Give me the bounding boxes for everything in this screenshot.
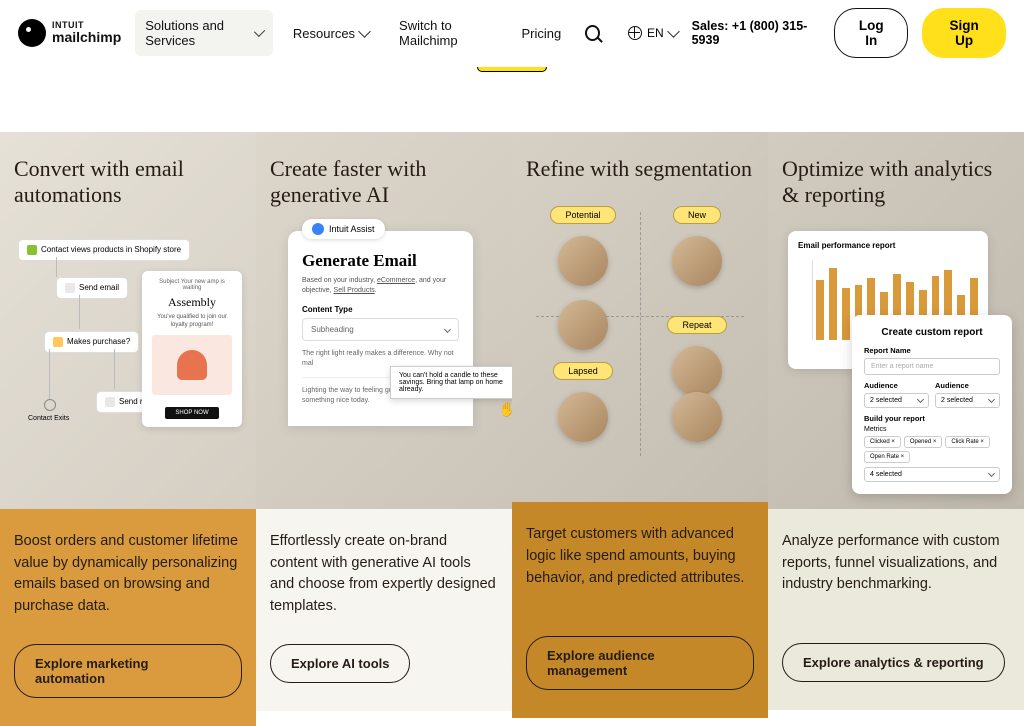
logo[interactable]: INTUIT mailchimp <box>18 19 121 47</box>
nav-resources[interactable]: Resources <box>283 18 379 49</box>
sparkle-icon <box>312 223 324 235</box>
intuit-assist-badge: Intuit Assist <box>302 219 385 239</box>
email-preview-card: Subject Your new amp is waiting Assembly… <box>142 271 242 428</box>
cta-analytics-reporting[interactable]: Explore analytics & reporting <box>782 643 1005 682</box>
hero-button-bottom <box>477 67 547 72</box>
header: INTUIT mailchimp Solutions and Services … <box>0 0 1024 67</box>
logo-text: INTUIT mailchimp <box>52 21 121 45</box>
feature-desc: Target customers with advanced logic lik… <box>526 524 754 610</box>
analytics-illustration: Email performance report Create custom r… <box>782 231 1010 491</box>
feature-col-segmentation: Refine with segmentation Potential New R… <box>512 132 768 726</box>
feature-desc: Effortlessly create on-brand content wit… <box>270 531 498 618</box>
mailchimp-logo-icon <box>18 19 46 47</box>
chevron-down-icon <box>253 26 265 38</box>
signup-button[interactable]: Sign Up <box>922 8 1006 58</box>
ai-illustration: Intuit Assist Generate Email Based on yo… <box>270 231 498 491</box>
avatar <box>672 236 722 286</box>
feature-title: Convert with email automations <box>14 156 242 209</box>
cta-ai-tools[interactable]: Explore AI tools <box>270 644 410 683</box>
avatar <box>672 346 722 396</box>
avatar <box>558 236 608 286</box>
cta-marketing-automation[interactable]: Explore marketing automation <box>14 644 242 698</box>
segmentation-illustration: Potential New Repeat Lapsed <box>526 204 754 464</box>
feature-col-automations: Convert with email automations Contact v… <box>0 132 256 726</box>
globe-icon <box>628 26 642 40</box>
avatar <box>672 392 722 442</box>
automation-illustration: Contact views products in Shopify store … <box>14 231 242 491</box>
main-nav: Solutions and Services Resources Switch … <box>135 10 571 56</box>
feature-title: Refine with segmentation <box>526 156 754 182</box>
feature-col-ai: Create faster with generative AI Intuit … <box>256 132 512 726</box>
search-icon[interactable] <box>585 25 600 41</box>
feature-title: Create faster with generative AI <box>270 156 498 209</box>
chevron-down-icon <box>358 25 371 38</box>
avatar <box>558 300 608 350</box>
lamp-icon <box>177 350 207 380</box>
login-button[interactable]: Log In <box>834 8 908 58</box>
feature-grid: Convert with email automations Contact v… <box>0 132 1024 726</box>
avatar <box>558 392 608 442</box>
chevron-down-icon <box>667 25 680 38</box>
feature-title: Optimize with analytics & reporting <box>782 156 1010 209</box>
nav-switch[interactable]: Switch to Mailchimp <box>389 10 501 56</box>
sales-phone: Sales: +1 (800) 315-5939 <box>692 19 820 47</box>
feature-desc: Boost orders and customer lifetime value… <box>14 531 242 618</box>
nav-pricing[interactable]: Pricing <box>511 18 571 49</box>
language-selector[interactable]: EN <box>628 26 678 40</box>
feature-desc: Analyze performance with custom reports,… <box>782 531 1010 617</box>
custom-report-card: Create custom report Report Name Enter a… <box>852 315 1012 494</box>
nav-solutions[interactable]: Solutions and Services <box>135 10 273 56</box>
feature-col-analytics: Optimize with analytics & reporting Emai… <box>768 132 1024 726</box>
ai-tooltip: You can't hold a candle to these savings… <box>390 366 520 399</box>
